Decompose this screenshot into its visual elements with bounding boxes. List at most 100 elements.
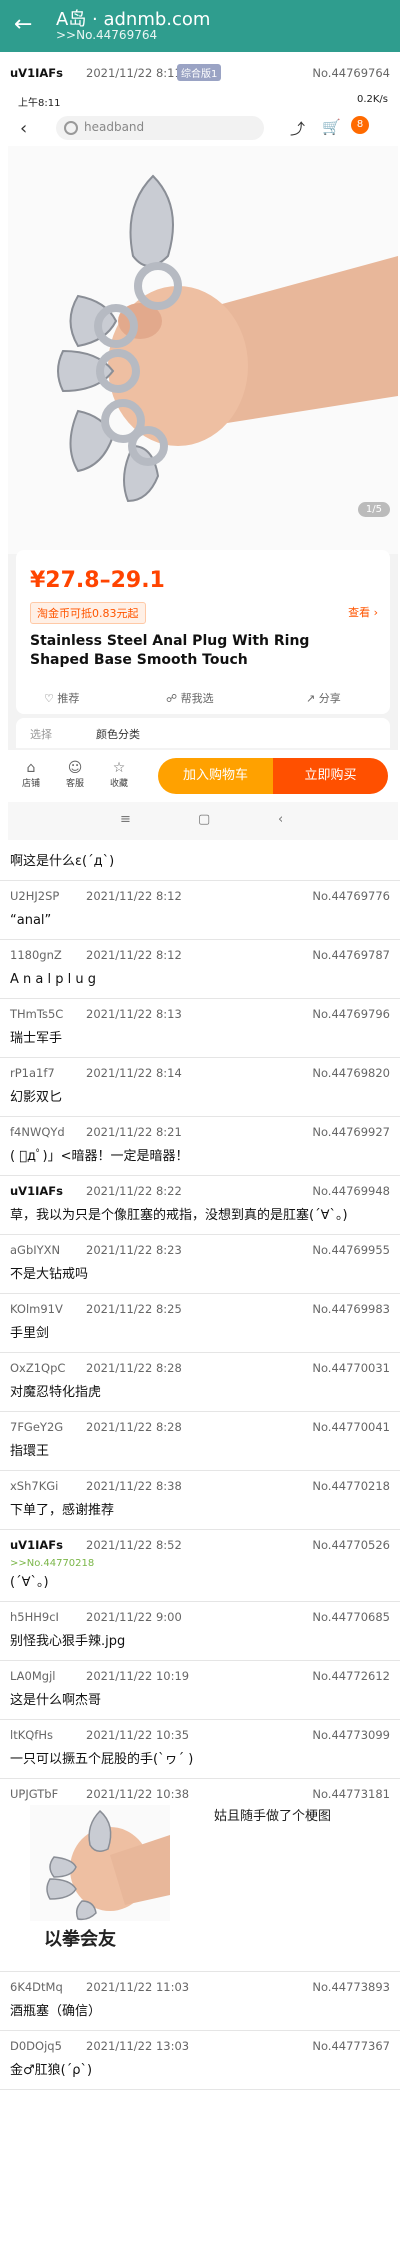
reply-content: “anal” <box>10 913 52 928</box>
reply-content: 对魔忍特化指虎 <box>10 1385 102 1400</box>
reply-content: 幻影双匕 <box>10 1090 63 1105</box>
reply-item: f4NWQYd 2021/11/22 8:21 No.44769927 ( ﾟдﾟ)… <box>0 1117 400 1176</box>
meme-image[interactable]: 姑且随手做了个梗图 以拳会友 <box>0 1805 400 1971</box>
op-number[interactable]: No.44769764 <box>312 66 390 80</box>
store-icon: ⌂ <box>26 760 36 776</box>
reply-item: THmTs5C 2021/11/22 8:13 No.44769796 瑞士军手 <box>0 999 400 1058</box>
shop-nav-bar: ‹ headband ⤴ 🛒 8 <box>8 110 398 146</box>
reply-item: 7FGeY2G 2021/11/22 8:28 No.44770041 指環王 <box>0 1412 400 1471</box>
reply-content: (´∀`。) <box>10 1575 49 1590</box>
meme-text: 以拳会友 <box>44 1929 116 1950</box>
reply-user-id: U2HJ2SP <box>10 889 60 903</box>
chat-icon: ☺ <box>67 760 83 776</box>
phone-status-bar: 上午8:11 0.2K/s <box>8 90 398 110</box>
image-pager: 1/5 <box>357 502 390 517</box>
reply-item: uV1IAFs 2021/11/22 8:22 No.44769948 草，我以为只… <box>0 1176 400 1235</box>
reply-number[interactable]: No.44777367 <box>312 2039 390 2053</box>
board-tag[interactable]: 综合版1 <box>177 64 222 81</box>
reply-content: 手里剑 <box>10 1326 50 1341</box>
op-header: uV1IAFs 2021/11/22 8:11 综合版1 No.44769764 <box>0 58 400 84</box>
reply-item: 6K4DtMq 2021/11/22 11:03 No.44773893 酒瓶塞（确… <box>0 1972 400 2031</box>
reply-user-id: aGbIYXN <box>10 1243 61 1257</box>
reply-user-id: h5HH9cI <box>10 1610 59 1624</box>
recommend-action: ♡ 推荐 <box>44 692 80 705</box>
option-value: 颜色分类 <box>96 728 140 741</box>
reply-number[interactable]: No.44770041 <box>312 1420 390 1434</box>
reply-time: 2021/11/22 10:19 <box>86 1669 190 1683</box>
system-nav-bar: ≡ ▢ ‹ <box>8 802 398 840</box>
reply-content: 下单了，感谢推荐 <box>10 1503 115 1518</box>
reply-content: ( ﾟдﾟ)」<暗器！一定是暗器！ <box>10 1149 189 1164</box>
reply-item: 1180gnZ 2021/11/22 8:12 No.44769787 A n a … <box>0 940 400 999</box>
reply-content: 这是什么啊杰哥 <box>10 1693 102 1708</box>
reply-number[interactable]: No.44770685 <box>312 1610 390 1624</box>
meme-caption: 姑且随手做了个梗图 <box>214 1809 332 1824</box>
reply-user-id: 7FGeY2G <box>10 1420 64 1434</box>
reply-number[interactable]: No.44769796 <box>312 1007 390 1021</box>
reply-item: UPJGTbF 2021/11/22 10:38 No.44773181 姑且随手做… <box>0 1779 400 1972</box>
status-time: 上午8:11 <box>18 98 61 109</box>
reply-time: 2021/11/22 8:22 <box>86 1184 182 1198</box>
reply-content: A n a l p l u g <box>10 972 96 987</box>
cart-badge: 8 <box>351 116 369 134</box>
meme-fist-illustration <box>30 1805 170 1921</box>
reply-content: 草，我以为只是个像肛塞的戒指，没想到真的是肛塞(´∀`。) <box>10 1208 348 1223</box>
reply-user-id: f4NWQYd <box>10 1125 65 1139</box>
reply-number[interactable]: No.44773099 <box>312 1728 390 1742</box>
reply-time: 2021/11/22 8:12 <box>86 889 182 903</box>
reply-user-id: 1180gnZ <box>10 948 62 962</box>
reply-time: 2021/11/22 8:12 <box>86 948 182 962</box>
favorite-button: ☆ 收藏 <box>102 760 136 789</box>
reply-item: LA0Mgjl 2021/11/22 10:19 No.44772612 这是什么啊… <box>0 1661 400 1720</box>
reply-number[interactable]: No.44769927 <box>312 1125 390 1139</box>
cart-icon: 🛒 <box>322 118 341 136</box>
reply-user-id: OxZ1QpC <box>10 1361 66 1375</box>
reply-item: uV1IAFs 2021/11/22 8:52 No.44770526 >>No.4… <box>0 1530 400 1602</box>
product-title: Stainless Steel Anal Plug With Ring Shap… <box>30 633 310 668</box>
reply-item: ltKQfHs 2021/11/22 10:35 No.44773099 一只可以撅… <box>0 1720 400 1779</box>
reply-number[interactable]: No.44773893 <box>312 1980 390 1994</box>
reply-number[interactable]: No.44772612 <box>312 1669 390 1683</box>
product-info-card: ¥27.8–29.1 淘金币可抵0.83元起 查看 › Stainless St… <box>16 550 390 714</box>
reply-number[interactable]: No.44769948 <box>312 1184 390 1198</box>
reply-number[interactable]: No.44769820 <box>312 1066 390 1080</box>
share-icon: ⤴ <box>290 120 306 138</box>
shop-bottom-bar: ⌂ 店铺 ☺ 客服 ☆ 收藏 加入购物车 立即购买 <box>8 750 398 802</box>
reply-number[interactable]: No.44769983 <box>312 1302 390 1316</box>
reply-content: 指環王 <box>10 1444 50 1459</box>
attached-screenshot[interactable]: 上午8:11 0.2K/s ‹ headband ⤴ 🛒 8 1/5 ¥27.8… <box>8 90 398 840</box>
reply-item: D0DOjq5 2021/11/22 13:03 No.44777367 金♂肛狼(… <box>0 2031 400 2090</box>
reply-time: 2021/11/22 9:00 <box>86 1610 182 1624</box>
reply-content: 瑞士军手 <box>10 1031 63 1046</box>
reply-number[interactable]: No.44770218 <box>312 1479 390 1493</box>
reply-content: 酒瓶塞（确信） <box>10 2004 102 2019</box>
reply-item: h5HH9cI 2021/11/22 9:00 No.44770685 别怪我心狠手… <box>0 1602 400 1661</box>
reply-number[interactable]: No.44769787 <box>312 948 390 962</box>
product-image: 1/5 <box>8 146 398 554</box>
reply-item: aGbIYXN 2021/11/22 8:23 No.44769955 不是大钻戒吗 <box>0 1235 400 1294</box>
reply-number[interactable]: No.44769776 <box>312 889 390 903</box>
thread-number: >>No.44769764 <box>56 28 158 42</box>
reply-time: 2021/11/22 8:14 <box>86 1066 182 1080</box>
reply-user-id: uV1IAFs <box>10 1538 63 1552</box>
reply-content: 啊这是什么ε(´д`) <box>10 854 115 869</box>
reply-time: 2021/11/22 10:38 <box>86 1787 190 1801</box>
option-label: 选择 <box>30 728 52 741</box>
reply-time: 2021/11/22 8:13 <box>86 1007 182 1021</box>
reply-number[interactable]: No.44769955 <box>312 1243 390 1257</box>
reply-item: KOlm91V 2021/11/22 8:25 No.44769983 手里剑 <box>0 1294 400 1353</box>
quote-link[interactable]: >>No.44770218 <box>0 1556 400 1569</box>
reply-user-id: rP1a1f7 <box>10 1066 55 1080</box>
reply-content: 金♂肛狼(´ρ`) <box>10 2063 93 2078</box>
reply-user-id: xSh7KGi <box>10 1479 59 1493</box>
help-choose-action: ☍ 帮我选 <box>166 692 214 705</box>
reply-time: 2021/11/22 8:23 <box>86 1243 182 1257</box>
reply-number[interactable]: No.44770526 <box>312 1538 390 1552</box>
reply-item: U2HJ2SP 2021/11/22 8:12 No.44769776 “anal” <box>0 881 400 940</box>
reply-number[interactable]: No.44770031 <box>312 1361 390 1375</box>
reply-time: 2021/11/22 8:52 <box>86 1538 182 1552</box>
back-arrow-icon[interactable]: ← <box>14 12 32 38</box>
reply-number[interactable]: No.44773181 <box>312 1787 390 1801</box>
search-icon <box>64 121 78 135</box>
chevron-left-icon: ‹ <box>20 118 28 139</box>
